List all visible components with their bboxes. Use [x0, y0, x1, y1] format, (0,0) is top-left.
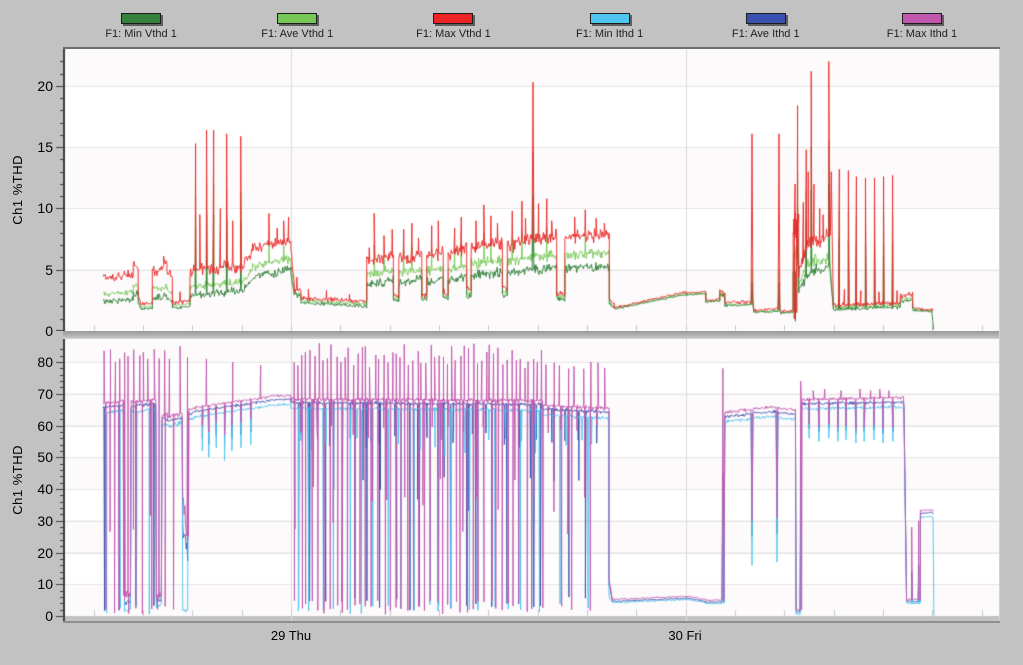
chart-frame-right-border [999, 49, 1000, 621]
y-tick-label: 60 [0, 418, 53, 434]
legend-label: F1: Min Vthd 1 [105, 28, 177, 40]
y-tick-label: 40 [0, 481, 53, 497]
legend-swatch [121, 13, 161, 24]
legend-item-4[interactable]: F1: Min Ithd 1 [532, 13, 688, 40]
y-tick-label: 30 [0, 513, 53, 529]
legend-item-5[interactable]: F1: Ave Ithd 1 [688, 13, 844, 40]
y-tick-label: 15 [0, 139, 53, 155]
legend-item-3[interactable]: F1: Max Vthd 1 [375, 13, 531, 40]
legend-label: F1: Max Vthd 1 [416, 28, 491, 40]
y-tick-label: 0 [0, 608, 53, 624]
legend-item-1[interactable]: F1: Min Vthd 1 [63, 13, 219, 40]
y-tick-label: 50 [0, 449, 53, 465]
y-tick-label: 70 [0, 386, 53, 402]
x-axis-day-label: 30 Fri [645, 628, 725, 643]
legend-swatch [433, 13, 473, 24]
legend-item-2[interactable]: F1: Ave Vthd 1 [219, 13, 375, 40]
ithd-chart-canvas[interactable] [44, 339, 1000, 621]
y-tick-label: 10 [0, 576, 53, 592]
x-axis-day-label: 29 Thu [251, 628, 331, 643]
chart-pane-divider [63, 331, 1000, 339]
legend-label: F1: Ave Vthd 1 [261, 28, 333, 40]
legend-item-6[interactable]: F1: Max Ithd 1 [844, 13, 1000, 40]
y-tick-label: 10 [0, 200, 53, 216]
y-tick-label: 5 [0, 262, 53, 278]
legend-label: F1: Max Ithd 1 [887, 28, 957, 40]
y-tick-label: 80 [0, 354, 53, 370]
chart-legend: F1: Min Vthd 1 F1: Ave Vthd 1 F1: Max Vthd… [63, 13, 1000, 40]
y-tick-label: 20 [0, 545, 53, 561]
legend-label: F1: Ave Ithd 1 [732, 28, 800, 40]
chart-frame-bottom-border [63, 621, 1000, 623]
app-window: F1: Min Vthd 1 F1: Ave Vthd 1 F1: Max Vthd… [0, 0, 1023, 665]
legend-label: F1: Min Ithd 1 [576, 28, 643, 40]
y-tick-label: 20 [0, 78, 53, 94]
vthd-chart-canvas[interactable] [44, 49, 1000, 331]
legend-swatch [746, 13, 786, 24]
legend-swatch [902, 13, 942, 24]
legend-swatch [590, 13, 630, 24]
legend-swatch [277, 13, 317, 24]
y-tick-label: 0 [0, 323, 53, 339]
